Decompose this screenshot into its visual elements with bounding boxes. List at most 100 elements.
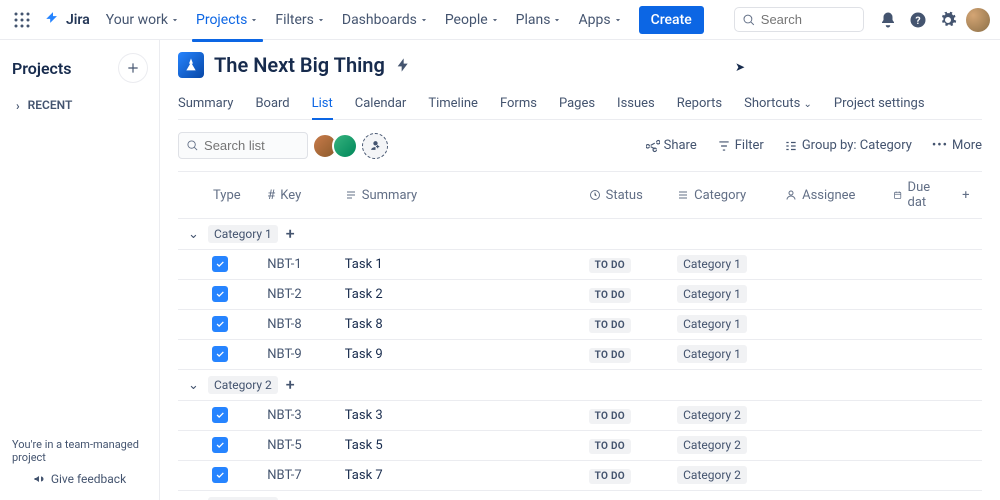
notifications-icon[interactable] (874, 6, 902, 34)
assignee-cell[interactable] (775, 431, 883, 461)
add-people-button[interactable] (362, 133, 388, 159)
table-row[interactable]: NBT-8 Task 8 TO DO Category 1 (178, 310, 982, 340)
add-column-button[interactable]: + (952, 172, 982, 219)
category-lozenge[interactable]: Category 1 (677, 285, 747, 303)
column-header-category[interactable]: Category (667, 172, 775, 219)
global-search-input[interactable] (761, 12, 855, 27)
issue-key[interactable]: NBT-2 (267, 287, 301, 302)
issue-summary[interactable]: Task 5 (335, 431, 579, 461)
tab-timeline[interactable]: Timeline (428, 88, 478, 119)
assignee-cell[interactable] (775, 461, 883, 491)
table-row[interactable]: NBT-3 Task 3 TO DO Category 2 (178, 401, 982, 431)
create-button[interactable]: Create (639, 6, 704, 34)
add-project-button[interactable] (119, 54, 147, 82)
nav-item-projects[interactable]: Projects (188, 6, 267, 34)
category-lozenge[interactable]: Category 2 (677, 466, 747, 484)
tab-calendar[interactable]: Calendar (355, 88, 407, 119)
tab-reports[interactable]: Reports (677, 88, 722, 119)
tab-pages[interactable]: Pages (559, 88, 595, 119)
nav-item-plans[interactable]: Plans (508, 6, 571, 34)
status-lozenge[interactable]: TO DO (589, 288, 631, 303)
jira-logo[interactable]: Jira (38, 11, 96, 29)
tab-board[interactable]: Board (255, 88, 289, 119)
issue-key[interactable]: NBT-7 (267, 468, 301, 483)
column-header-type[interactable]: Type (178, 172, 257, 219)
nav-item-apps[interactable]: Apps (570, 6, 630, 34)
tab-list[interactable]: List (312, 88, 333, 119)
tab-issues[interactable]: Issues (617, 88, 655, 119)
add-issue-button[interactable]: + (286, 377, 295, 393)
table-row[interactable]: NBT-7 Task 7 TO DO Category 2 (178, 461, 982, 491)
tab-shortcuts[interactable]: Shortcuts ⌄ (744, 88, 812, 119)
tab-project-settings[interactable]: Project settings (834, 88, 925, 119)
table-row[interactable]: NBT-5Task 5TO DOCategory 2 (178, 431, 982, 461)
chevron-icon[interactable]: ⌄ (188, 227, 200, 242)
due-date-cell[interactable] (883, 340, 952, 370)
group-header[interactable]: ⌄Category 1+ (178, 219, 982, 250)
due-date-cell[interactable] (883, 431, 952, 461)
group-header[interactable]: ⌄Category 2+ (178, 370, 982, 401)
group-header[interactable]: ›Category 3+ (178, 491, 982, 500)
issue-key[interactable]: NBT-3 (267, 408, 301, 423)
category-lozenge[interactable]: Category 1 (677, 345, 747, 363)
nav-item-filters[interactable]: Filters (267, 6, 334, 34)
assignee-cell[interactable] (775, 340, 883, 370)
status-lozenge[interactable]: TO DO (589, 318, 631, 333)
issue-summary[interactable]: Task 2 (335, 280, 579, 310)
status-lozenge[interactable]: TO DO (589, 439, 631, 454)
tab-forms[interactable]: Forms (500, 88, 537, 119)
search-list-box[interactable] (178, 132, 308, 159)
category-lozenge[interactable]: Category 1 (677, 315, 747, 333)
status-lozenge[interactable]: TO DO (589, 348, 631, 363)
tab-summary[interactable]: Summary (178, 88, 233, 119)
nav-item-dashboards[interactable]: Dashboards (334, 6, 437, 34)
issue-summary[interactable]: Task 7 (335, 461, 579, 491)
issue-key[interactable]: NBT-9 (267, 347, 301, 362)
issue-summary[interactable]: Task 3 (335, 401, 579, 431)
issue-summary[interactable]: Task 8 (335, 310, 579, 340)
due-date-cell[interactable] (883, 461, 952, 491)
chevron-icon[interactable]: ⌄ (188, 378, 200, 393)
column-header-due-date[interactable]: Due dat (883, 172, 952, 219)
status-lozenge[interactable]: TO DO (589, 258, 631, 273)
filter-button[interactable]: Filter (717, 138, 764, 153)
more-button[interactable]: ••• More (932, 138, 982, 153)
settings-icon[interactable] (934, 6, 962, 34)
app-switcher-icon[interactable] (8, 6, 36, 34)
table-row[interactable]: NBT-2 Task 2 TO DO Category 1 (178, 280, 982, 310)
assignee-cell[interactable] (775, 310, 883, 340)
table-row[interactable]: NBT-9 Task 9 TO DO Category 1 (178, 340, 982, 370)
automation-icon[interactable] (395, 57, 411, 73)
profile-avatar[interactable] (964, 6, 992, 34)
issue-summary[interactable]: Task 9 (335, 340, 579, 370)
column-header-key[interactable]: #Key (257, 172, 334, 219)
sidebar-item-recent[interactable]: › RECENT (12, 92, 147, 118)
issue-key[interactable]: NBT-8 (267, 317, 301, 332)
category-lozenge[interactable]: Category 1 (677, 255, 747, 273)
assignee-cell[interactable] (775, 280, 883, 310)
status-lozenge[interactable]: TO DO (589, 469, 631, 484)
assignee-cell[interactable] (775, 250, 883, 280)
due-date-cell[interactable] (883, 250, 952, 280)
status-lozenge[interactable]: TO DO (589, 409, 631, 424)
issue-summary[interactable]: Task 1 (335, 250, 579, 280)
column-header-status[interactable]: Status (579, 172, 667, 219)
group-by-button[interactable]: Group by: Category (784, 138, 912, 153)
nav-item-people[interactable]: People (437, 6, 508, 34)
give-feedback-link[interactable]: Give feedback (12, 472, 147, 486)
global-search[interactable] (734, 7, 864, 32)
column-header-assignee[interactable]: Assignee (775, 172, 883, 219)
nav-item-your-work[interactable]: Your work (98, 6, 188, 34)
column-header-summary[interactable]: Summary (335, 172, 579, 219)
due-date-cell[interactable] (883, 310, 952, 340)
issue-key[interactable]: NBT-1 (267, 257, 301, 272)
category-lozenge[interactable]: Category 2 (677, 436, 747, 454)
category-lozenge[interactable]: Category 2 (677, 406, 747, 424)
due-date-cell[interactable] (883, 401, 952, 431)
help-icon[interactable]: ? (904, 6, 932, 34)
due-date-cell[interactable] (883, 280, 952, 310)
avatar[interactable] (332, 133, 358, 159)
search-list-input[interactable] (204, 138, 299, 153)
add-issue-button[interactable]: + (286, 226, 295, 242)
assignee-cell[interactable] (775, 401, 883, 431)
